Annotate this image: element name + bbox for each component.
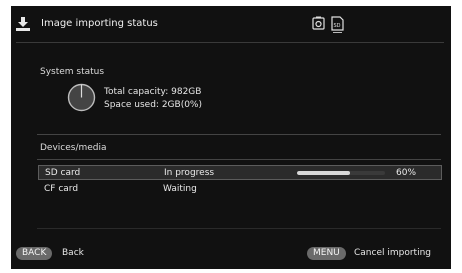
device-name: CF card xyxy=(44,184,79,194)
device-name: SD card xyxy=(45,168,81,178)
system-status-label: System status xyxy=(40,67,105,77)
camera-card-icon xyxy=(312,16,325,30)
disk-usage-icon xyxy=(67,83,96,112)
menu-key-button[interactable]: MENU xyxy=(307,247,346,260)
back-label: Back xyxy=(62,248,84,258)
section-divider xyxy=(37,159,441,160)
import-status-screen: Image importing status SD System status … xyxy=(11,6,451,269)
total-capacity: Total capacity: 982GB xyxy=(104,87,202,97)
devices-media-label: Devices/media xyxy=(40,143,107,153)
progress-bar-fill xyxy=(297,171,350,175)
import-icon xyxy=(16,17,30,31)
section-divider xyxy=(37,134,441,135)
device-row-sd-card[interactable]: SD card In progress 60% xyxy=(38,165,442,180)
active-media-indicator xyxy=(333,32,342,33)
header-divider xyxy=(16,42,444,43)
back-key-button[interactable]: BACK xyxy=(16,247,53,260)
device-status: Waiting xyxy=(163,184,197,194)
progress-bar xyxy=(297,171,385,175)
device-status: In progress xyxy=(164,168,215,178)
space-used: Space used: 2GB(0%) xyxy=(104,100,202,110)
sd-card-icon: SD xyxy=(331,16,344,31)
device-row-cf-card[interactable]: CF card Waiting xyxy=(38,182,442,197)
header: Image importing status SD xyxy=(11,6,451,42)
svg-text:SD: SD xyxy=(334,23,341,29)
footer-divider xyxy=(37,228,441,229)
page-title: Image importing status xyxy=(41,18,158,29)
cancel-importing-label: Cancel importing xyxy=(354,248,431,258)
progress-percent: 60% xyxy=(396,168,417,178)
